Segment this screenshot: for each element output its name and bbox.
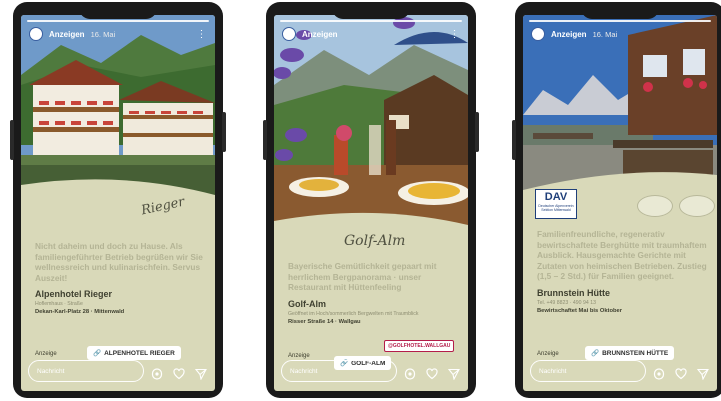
reply-placeholder: Nachricht — [37, 368, 65, 375]
description: Nicht daheim und doch zu Hause. Als fami… — [35, 241, 203, 283]
story-info: Nicht daheim und doch zu Hause. Als fami… — [35, 241, 205, 315]
side-button — [222, 112, 226, 152]
logo-tagline: Golf-Alm — [344, 233, 406, 249]
story-progress-bar — [280, 20, 462, 22]
link-label: BRUNNSTEIN HÜTTE — [602, 349, 669, 357]
heart-icon[interactable] — [173, 367, 185, 380]
send-icon[interactable] — [696, 367, 709, 381]
heart-icon[interactable] — [426, 367, 438, 380]
seal-badge — [679, 195, 715, 217]
phone-frame-1: Anzeigen 16. Mai ⋮ Rieger Nicht daheim u… — [10, 2, 226, 398]
address-line-small: Tel. +49 8823 · 490 94 13 — [537, 299, 596, 306]
restaurant-photo — [274, 15, 468, 225]
panel-curve — [21, 179, 215, 235]
story-screen-1[interactable]: Anzeigen 16. Mai ⋮ Rieger Nicht daheim u… — [21, 15, 215, 391]
link-icon: 🔗 — [93, 350, 102, 357]
story-info: Bayerische Gemütlichkeit gepaart mit her… — [288, 261, 458, 325]
phone-frame-2: Anzeigen ⋮ Golf-Alm Bayerische Gemütlich… — [263, 2, 479, 398]
story-date: 16. Mai — [592, 29, 618, 39]
story-header: Anzeigen 16. Mai ⋮ — [29, 26, 207, 42]
story-header: Anzeigen ⋮ — [282, 26, 460, 42]
story-progress-bar — [529, 20, 711, 22]
story-screen-2[interactable]: Anzeigen ⋮ Golf-Alm Bayerische Gemütlich… — [274, 15, 468, 391]
reply-input[interactable]: Nachricht — [530, 360, 646, 382]
send-icon[interactable] — [194, 367, 207, 381]
send-icon[interactable] — [447, 367, 460, 381]
side-button — [263, 120, 267, 160]
story-info: Familienfreundliche, regenerativ bewirts… — [537, 229, 707, 314]
reaction-icons — [404, 367, 460, 381]
golf-alm-logo: Golf-Alm — [344, 233, 405, 249]
link-icon: 🔗 — [591, 350, 600, 357]
venue-name: Golf-Alm — [288, 298, 326, 309]
avatar[interactable] — [29, 27, 43, 41]
side-button — [512, 120, 516, 160]
reply-placeholder: Nachricht — [539, 368, 567, 375]
link-label: ALPENHOTEL RIEGER — [104, 349, 175, 357]
account-name[interactable]: Anzeigen — [49, 30, 85, 39]
phone-notch — [581, 2, 659, 19]
address-line-small: Geöffnet im Hoch/sommerlich Bergwelten m… — [288, 310, 419, 317]
side-button — [10, 120, 14, 160]
avatar[interactable] — [282, 27, 296, 41]
phone-notch — [79, 2, 157, 19]
side-button — [475, 112, 479, 152]
story-progress-bar — [27, 20, 209, 22]
reply-input[interactable]: Nachricht — [281, 360, 397, 382]
camera-icon[interactable] — [151, 367, 163, 380]
link-sticker[interactable]: 🔗 ALPENHOTEL RIEGER — [87, 346, 181, 360]
avatar[interactable] — [531, 27, 545, 41]
venue-name: Alpenhotel Rieger — [35, 289, 113, 300]
dav-logo: DAV Deutscher Alpenverein Sektion Mitten… — [535, 189, 577, 219]
seal-badge — [637, 195, 673, 217]
dav-sub: Deutscher Alpenverein Sektion Mittenwald — [538, 204, 574, 212]
camera-icon[interactable] — [653, 367, 665, 380]
reply-placeholder: Nachricht — [290, 368, 318, 375]
link-sticker[interactable]: 🔗 BRUNNSTEIN HÜTTE — [585, 346, 675, 360]
heart-icon[interactable] — [675, 367, 687, 380]
story-screen-3[interactable]: Anzeigen 16. Mai DAV Deutscher Alpenvere… — [523, 15, 717, 391]
address-line: Risser Straße 14 · Wallgau — [288, 318, 361, 325]
mention-badge[interactable]: @GOLFHOTEL.WALLGAU — [384, 340, 455, 352]
ad-label: Anzeige — [288, 353, 310, 359]
reply-input[interactable]: Nachricht — [28, 360, 144, 382]
story-date: 16. Mai — [90, 29, 116, 39]
camera-icon[interactable] — [404, 367, 416, 380]
address-line: Bewirtschaftet Mai bis Oktober — [537, 307, 623, 314]
story-header: Anzeigen 16. Mai — [531, 26, 709, 42]
phone-frame-3: Anzeigen 16. Mai DAV Deutscher Alpenvere… — [512, 2, 721, 398]
ad-label: Anzeige — [35, 351, 57, 357]
account-name[interactable]: Anzeigen — [551, 30, 587, 39]
venue-name: Brunnstein Hütte — [537, 287, 610, 298]
phone-notch — [332, 2, 410, 19]
address-line-small: Hoflemhaus · Straße — [35, 301, 83, 308]
description: Bayerische Gemütlichkeit gepaart mit her… — [288, 261, 437, 293]
reaction-icons — [151, 367, 207, 381]
account-name[interactable]: Anzeigen — [302, 30, 338, 39]
dav-label: DAV — [544, 191, 568, 203]
address-line: Dekan-Karl-Platz 28 · Mittenwald — [35, 309, 125, 316]
more-icon[interactable]: ⋮ — [450, 29, 461, 40]
more-icon[interactable]: ⋮ — [197, 29, 208, 40]
description: Familienfreundliche, regenerativ bewirts… — [537, 229, 707, 282]
reaction-icons — [653, 367, 709, 381]
ad-label: Anzeige — [537, 351, 559, 357]
